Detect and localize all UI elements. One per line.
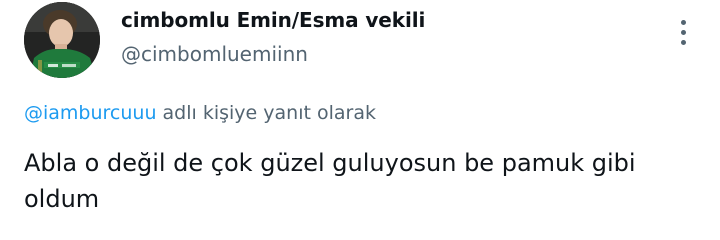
reply-context-label: adlı kişiye yanıt olarak [156,102,376,124]
reply-mention-link[interactable]: @iamburcuuu [24,102,157,124]
more-vertical-icon-dot [680,39,686,45]
more-vertical-icon-dot [680,29,686,35]
more-options-button[interactable] [672,16,694,48]
author-handle[interactable]: @cimbomluemiinn [121,42,308,66]
tweet-card: cimbomlu Emin/Esma vekili @cimbomluemiin… [0,0,720,240]
author-display-name[interactable]: cimbomlu Emin/Esma vekili [121,8,425,32]
tweet-text: Abla o değil de çok güzel guluyosun be p… [24,149,636,213]
more-vertical-icon [680,19,686,25]
avatar-image [24,2,100,78]
author-avatar[interactable] [24,2,100,78]
reply-context: @iamburcuuu adlı kişiye yanıt olarak [24,102,376,124]
